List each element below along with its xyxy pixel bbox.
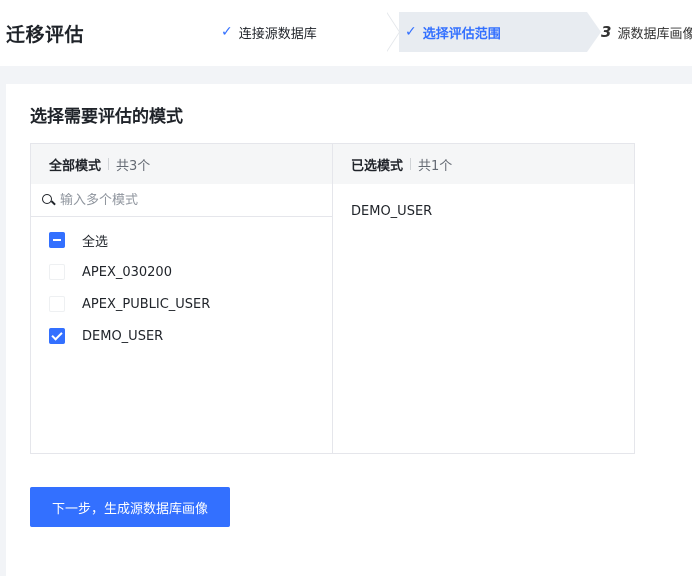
search-box (31, 184, 332, 217)
list-item[interactable]: APEX_PUBLIC_USER (31, 288, 332, 320)
check-icon: ✓ (221, 24, 233, 40)
list-item-label: APEX_PUBLIC_USER (82, 296, 211, 312)
search-icon (41, 193, 55, 207)
source-panel-header: 全部模式 共3个 (31, 144, 332, 184)
step-label: 源数据库画像 (617, 26, 692, 42)
step-label: 连接源数据库 (238, 26, 317, 42)
divider (108, 158, 110, 170)
step-select-scope[interactable]: ✓ 选择评估范围 (387, 12, 587, 52)
check-icon: ✓ (405, 24, 417, 40)
section-title: 选择需要评估的模式 (30, 107, 183, 127)
schema-list: 全选 APEX_030200 APEX_PUBLIC_USER DEMO_USE… (31, 217, 332, 352)
checkbox[interactable] (49, 264, 65, 280)
list-item-label: DEMO_USER (82, 328, 164, 344)
divider (410, 158, 412, 170)
step-label: 选择评估范围 (422, 26, 501, 42)
app-title: 迁移评估 (6, 24, 85, 46)
step-number: 3 (601, 23, 612, 41)
schema-transfer: 全部模式 共3个 全选 APEX_030200 APEX_ (30, 143, 635, 454)
selected-item: DEMO_USER (351, 204, 433, 219)
select-all-row[interactable]: 全选 (31, 224, 332, 256)
checkbox-checked[interactable] (49, 328, 65, 344)
target-panel-title: 已选模式 (351, 158, 404, 174)
target-panel: 已选模式 共1个 DEMO_USER (333, 144, 634, 453)
list-item[interactable]: APEX_030200 (31, 256, 332, 288)
select-all-label: 全选 (82, 234, 109, 250)
step-arrow (587, 12, 601, 52)
steps-bar: 3 源数据库画像 ✓ 选择评估范围 ✓ 连接源数据库 (203, 12, 692, 52)
list-item-label: APEX_030200 (82, 264, 172, 280)
header-bar: 迁移评估 3 源数据库画像 ✓ 选择评估范围 ✓ 连接源数据库 (0, 0, 692, 66)
select-all-checkbox[interactable] (49, 232, 65, 248)
list-item[interactable]: DEMO_USER (31, 320, 332, 352)
target-panel-count: 共1个 (418, 158, 453, 174)
target-panel-header: 已选模式 共1个 (333, 144, 634, 184)
main-card: 选择需要评估的模式 全部模式 共3个 全选 APEX_030200 (6, 84, 692, 576)
next-step-button[interactable]: 下一步，生成源数据库画像 (30, 487, 230, 527)
source-panel-title: 全部模式 (49, 158, 102, 174)
checkbox[interactable] (49, 296, 65, 312)
source-panel: 全部模式 共3个 全选 APEX_030200 APEX_ (31, 144, 333, 453)
step-connect-source[interactable]: ✓ 连接源数据库 (203, 12, 399, 52)
source-panel-count: 共3个 (116, 158, 151, 174)
search-input[interactable] (60, 192, 300, 208)
step-arrow (386, 12, 399, 52)
